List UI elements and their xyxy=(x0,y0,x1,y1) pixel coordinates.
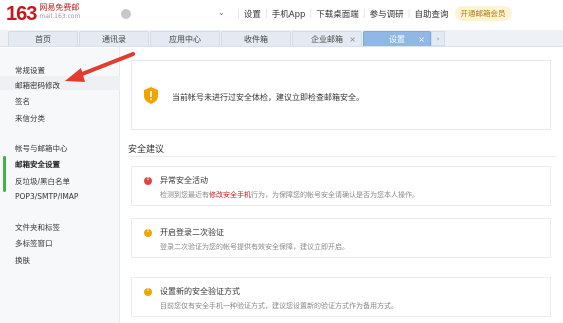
tab-contacts[interactable]: 通讯录 xyxy=(79,31,149,46)
tab-home[interactable]: 首页 xyxy=(8,31,78,46)
logo-number: 163 xyxy=(6,3,37,25)
desc-text: 行为，为保障您的帐号安全请确认是否为您本人操作。 xyxy=(251,191,419,199)
arrow-annotation-icon xyxy=(65,52,135,82)
sidebar-item-signature[interactable]: 签名 xyxy=(15,96,30,107)
tab-label: 应用中心 xyxy=(169,34,201,44)
section-title: 安全建议 xyxy=(128,145,165,155)
chevron-down-icon[interactable]: ⌄ xyxy=(218,8,225,17)
sidebar-item-general[interactable]: 常规设置 xyxy=(15,65,45,76)
shield-icon xyxy=(144,87,158,104)
desc-link[interactable]: 修改安全手机 xyxy=(209,191,251,199)
nav-self-service[interactable]: 自助查询 xyxy=(415,8,449,20)
main-content: 安全建议 异常安全活动 检测到您最近有修改安全手机行为，为保障您的帐号安全请确认… xyxy=(121,48,563,323)
logo-url: mail.163.com xyxy=(39,13,81,20)
divider xyxy=(128,156,556,157)
card-description: 目前您仅有安全手机一种验证方式，建议您设置新的验证方式作为备用方式。 xyxy=(160,302,398,310)
sidebar-item-skin[interactable]: 换肤 xyxy=(15,255,30,266)
tab-inbox[interactable]: 收件箱 xyxy=(221,31,291,46)
tab-enterprise-mail[interactable]: 企业邮箱 × xyxy=(292,31,362,46)
nav-survey[interactable]: 参与调研 xyxy=(370,8,404,20)
tab-app-center[interactable]: 应用中心 xyxy=(150,31,220,46)
scrollbar[interactable] xyxy=(3,156,6,192)
suggestion-card[interactable]: 设置新的安全验证方式 目前您仅有安全手机一种验证方式，建议您设置新的验证方式作为… xyxy=(131,277,551,317)
tab-bar: 首页 通讯录 应用中心 收件箱 企业邮箱 × 设置 × › xyxy=(0,30,563,47)
tab-label: 设置 xyxy=(389,34,405,44)
user-status-icon[interactable] xyxy=(121,9,131,19)
suggestion-card[interactable]: 异常安全活动 检测到您最近有修改安全手机行为，为保障您的帐号安全请确认是否为您本… xyxy=(131,166,551,206)
logo-name: 网易免费邮 xyxy=(39,3,80,12)
sidebar-item-multitab[interactable]: 多标签窗口 xyxy=(15,238,53,249)
card-description: 检测到您最近有修改安全手机行为，为保障您的帐号安全请确认是否为您本人操作。 xyxy=(160,190,419,200)
upgrade-membership-button[interactable]: 开通邮箱会员 xyxy=(454,6,512,21)
alert-icon xyxy=(144,175,152,185)
warning-icon xyxy=(144,286,152,296)
sidebar-item-account-center[interactable]: 帐号与邮箱中心 xyxy=(15,143,68,154)
tab-settings[interactable]: 设置 × xyxy=(363,31,431,46)
tab-label: 首页 xyxy=(35,34,51,44)
card-description: 登录二次验证为您的帐号提供有效安全保障，建议立即开启。 xyxy=(160,243,349,251)
close-icon[interactable]: × xyxy=(418,35,425,44)
notice-text: 当前帐号未进行过安全体检，建议立即检查邮箱安全。 xyxy=(172,93,364,102)
sidebar-item-antispam[interactable]: 反垃圾/黑白名单 xyxy=(15,176,70,187)
warning-icon xyxy=(144,227,152,237)
sidebar-item-folders[interactable]: 文件夹和标签 xyxy=(15,222,60,233)
sidebar-item-security[interactable]: 邮箱安全设置 xyxy=(15,159,60,170)
tab-more-icon[interactable]: › xyxy=(431,31,445,46)
sidebar-item-password[interactable]: 邮箱密码修改 xyxy=(15,80,60,91)
tab-label: 收件箱 xyxy=(244,34,268,44)
card-title: 开启登录二次验证 xyxy=(160,228,224,237)
close-icon[interactable]: × xyxy=(349,35,356,44)
logo[interactable]: 163 网易免费邮 mail.163.com xyxy=(6,3,80,25)
top-bar: 163 网易免费邮 mail.163.com ⌄ | 设置 | 手机App | … xyxy=(0,0,563,30)
top-nav: | 设置 | 手机App | 下载桌面端 | 参与调研 | 自助查询 开通邮箱会… xyxy=(233,6,512,21)
sidebar-item-mail-category[interactable]: 来信分类 xyxy=(15,113,45,124)
sidebar-item-pop3[interactable]: POP3/SMTP/IMAP xyxy=(15,192,78,201)
tab-label: 通讯录 xyxy=(102,34,126,44)
suggestion-card[interactable]: 开启登录二次验证 登录二次验证为您的帐号提供有效安全保障，建议立即开启。 xyxy=(131,218,551,258)
nav-mobile-app[interactable]: 手机App xyxy=(272,8,306,20)
tab-label: 企业邮箱 xyxy=(311,34,343,44)
nav-desktop-download[interactable]: 下载桌面端 xyxy=(316,8,359,20)
card-title: 异常安全活动 xyxy=(160,176,208,185)
card-title: 设置新的安全验证方式 xyxy=(160,287,240,296)
desc-text: 检测到您最近有 xyxy=(160,191,209,199)
nav-settings[interactable]: 设置 xyxy=(244,8,261,20)
